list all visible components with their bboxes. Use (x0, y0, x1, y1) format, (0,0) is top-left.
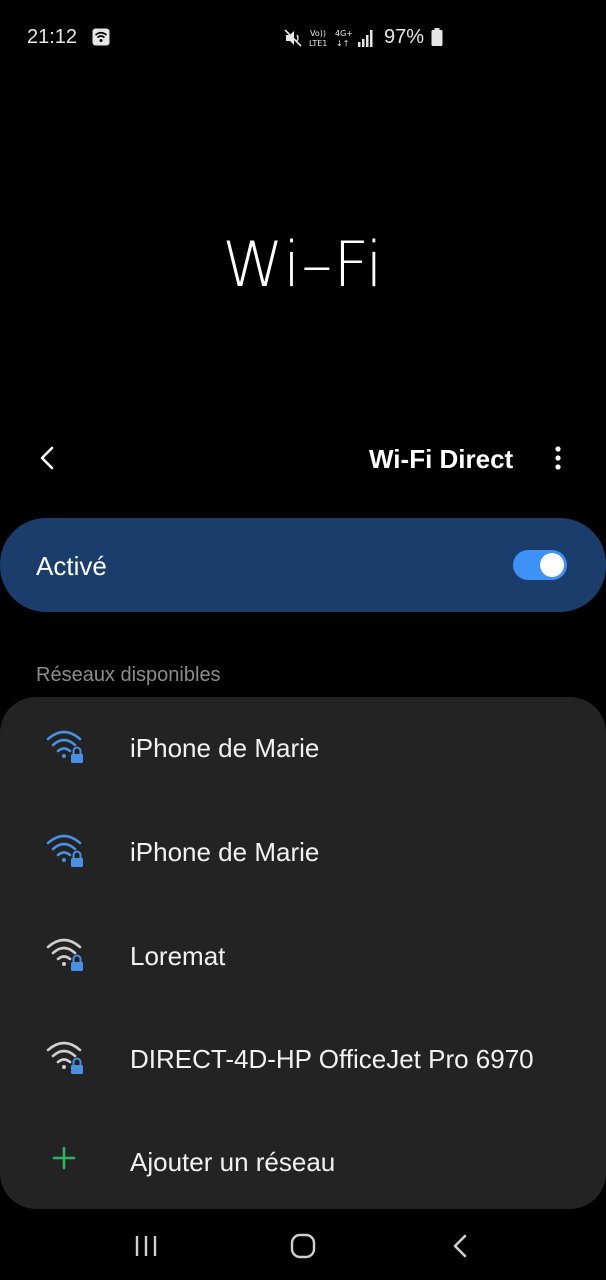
status-time: 21:12 (27, 26, 78, 48)
toggle-knob (540, 553, 564, 577)
svg-text:Vo)): Vo)) (310, 29, 326, 38)
battery-icon (431, 28, 443, 46)
wifi-lock-icon (46, 938, 83, 971)
wifi-direct-button[interactable]: Wi-Fi Direct (369, 444, 513, 475)
navigation-bar (0, 1210, 606, 1280)
network-item[interactable]: iPhone de Marie (0, 801, 606, 905)
add-network-button[interactable]: Ajouter un réseau (0, 1111, 606, 1215)
add-network-label: Ajouter un réseau (130, 1147, 336, 1177)
wifi-toggle-switch[interactable] (513, 550, 567, 580)
more-options-icon[interactable] (540, 436, 576, 480)
4g-plus-icon: 4G+ ↓↑ (335, 29, 353, 48)
home-icon[interactable] (285, 1228, 321, 1264)
wifi-notification-icon (92, 28, 110, 46)
status-bar: 21:12 Vo)) LTE1 4G+ ↓↑ 97% (0, 0, 606, 76)
network-list: iPhone de Marie iPhone de Marie Loremat … (0, 697, 606, 1209)
mute-icon (284, 29, 302, 47)
network-name: iPhone de Marie (130, 837, 320, 867)
back-button[interactable] (26, 436, 70, 480)
recent-apps-icon[interactable] (128, 1228, 164, 1264)
status-icons: Vo)) LTE1 4G+ ↓↑ (284, 29, 373, 48)
network-item[interactable]: iPhone de Marie (0, 697, 606, 801)
section-title: Réseaux disponibles (36, 664, 221, 686)
wifi-lock-icon (46, 730, 83, 763)
network-item[interactable]: DIRECT-4D-HP OfficeJet Pro 6970 (0, 1008, 606, 1112)
wifi-lock-icon (46, 1041, 83, 1074)
volte-icon: Vo)) LTE1 (309, 29, 327, 48)
battery-percentage: 97% (384, 26, 425, 48)
network-name: Loremat (130, 941, 226, 971)
network-name: iPhone de Marie (130, 733, 320, 763)
svg-text:4G+: 4G+ (335, 29, 353, 38)
plus-icon (52, 1146, 76, 1170)
wifi-toggle-label: Activé (36, 551, 107, 581)
wifi-lock-icon (46, 834, 83, 867)
page-title: Wi–Fi (222, 228, 384, 301)
svg-text:LTE1: LTE1 (309, 39, 327, 48)
signal-icon (358, 30, 373, 47)
back-nav-icon[interactable] (443, 1228, 479, 1264)
network-item[interactable]: Loremat (0, 905, 606, 1009)
network-name: DIRECT-4D-HP OfficeJet Pro 6970 (130, 1044, 534, 1074)
svg-text:↓↑: ↓↑ (336, 39, 349, 48)
wifi-toggle-card[interactable]: Activé (0, 518, 606, 612)
